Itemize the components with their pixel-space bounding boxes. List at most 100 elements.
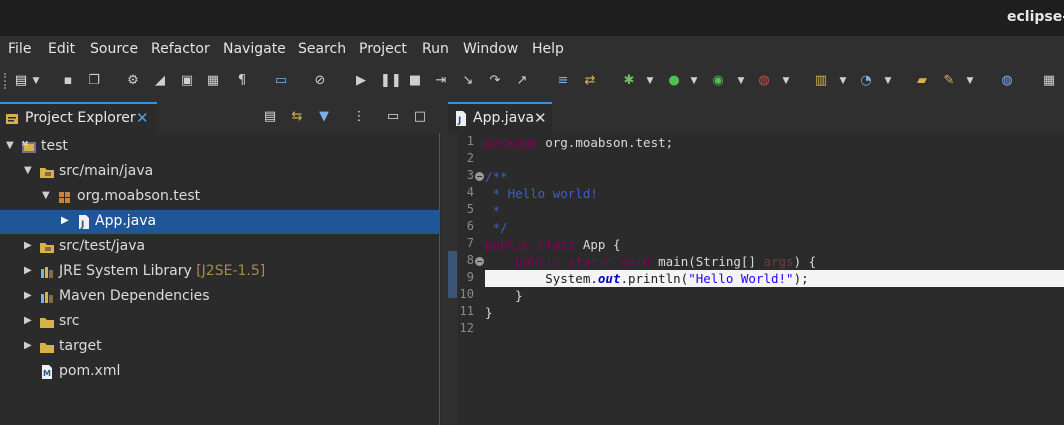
chevron-right-icon[interactable]: ▶ xyxy=(61,216,71,226)
new-class-icon[interactable]: ◔ xyxy=(858,73,874,89)
filter-icon[interactable]: ▼ xyxy=(316,109,332,125)
code-line[interactable]: * xyxy=(485,202,1064,219)
line-number: 3 xyxy=(466,168,474,182)
fold-collapse-icon[interactable]: − xyxy=(475,257,484,266)
properties-icon[interactable]: ⚙ xyxy=(125,73,141,89)
save-icon[interactable]: ▪ xyxy=(60,73,76,89)
drop-to-frame-icon[interactable]: ≡ xyxy=(555,73,571,89)
resume-icon[interactable]: ▶ xyxy=(353,73,369,89)
tree-item-app-java[interactable]: ▶ J App.java xyxy=(0,210,440,234)
close-icon[interactable]: ✕ xyxy=(136,109,149,127)
perspective-icon[interactable]: ▦ xyxy=(1041,73,1057,89)
code-line[interactable]: */ xyxy=(485,219,1064,236)
coverage-dropdown-icon[interactable]: ▼ xyxy=(737,73,745,89)
collapse-all-icon[interactable]: ▤ xyxy=(262,109,278,125)
chevron-right-icon[interactable]: ▶ xyxy=(24,266,34,276)
use-step-filters-icon[interactable]: ⇄ xyxy=(582,73,598,89)
coverage-icon[interactable]: ◉ xyxy=(710,73,726,89)
fold-collapse-icon[interactable]: − xyxy=(475,172,484,181)
code-line[interactable]: } xyxy=(485,304,1064,321)
chevron-right-icon[interactable]: ▶ xyxy=(24,316,34,326)
code-editor[interactable]: 1 2 3−4 5 6 7 8−9 10 11 12 package org.moabson.te… xyxy=(445,133,1064,425)
chevron-right-icon[interactable]: ▶ xyxy=(24,291,34,301)
menu-project[interactable]: Project xyxy=(359,41,407,57)
menu-refactor[interactable]: Refactor xyxy=(151,41,210,57)
run-dropdown-icon[interactable]: ▼ xyxy=(690,73,698,89)
menu-help[interactable]: Help xyxy=(532,41,564,57)
new-icon[interactable]: ▤ xyxy=(13,73,29,89)
code-line[interactable] xyxy=(485,321,1064,338)
tree-item-label: Maven Dependencies xyxy=(59,288,210,304)
terminal-icon[interactable]: ▣ xyxy=(179,73,195,89)
pencil-icon[interactable]: ◢ xyxy=(152,73,168,89)
disconnect-icon[interactable]: ⇥ xyxy=(433,73,449,89)
tab-app-java[interactable]: J App.java ✕ xyxy=(448,102,552,133)
globe-icon[interactable]: ◍ xyxy=(999,73,1015,89)
new-dropdown-icon[interactable]: ▼ xyxy=(32,73,40,89)
code-line[interactable]: } xyxy=(485,287,1064,304)
tab-project-explorer[interactable]: Project Explorer ✕ xyxy=(0,102,157,133)
link-with-editor-icon[interactable]: ⇆ xyxy=(289,109,305,125)
search-icon[interactable]: ✎ xyxy=(941,73,957,89)
close-icon[interactable]: ✕ xyxy=(534,109,547,127)
line-number: 7 xyxy=(466,236,474,250)
debug-icon[interactable]: ✱ xyxy=(621,73,637,89)
menu-run[interactable]: Run xyxy=(422,41,449,57)
chevron-down-icon[interactable]: ▼ xyxy=(24,166,34,176)
tree-item-target[interactable]: ▶ target xyxy=(0,335,440,359)
menu-window[interactable]: Window xyxy=(463,41,518,57)
chevron-right-icon[interactable]: ▶ xyxy=(24,341,34,351)
view-menu-icon[interactable]: ⋮ xyxy=(351,109,367,125)
external-tools-icon[interactable]: ◍ xyxy=(756,73,772,89)
code-line[interactable]: * Hello world! xyxy=(485,185,1064,202)
line-number: 8 xyxy=(466,253,474,267)
external-tools-dropdown-icon[interactable]: ▼ xyxy=(782,73,790,89)
code-line[interactable]: System.out.println("Hello World!"); xyxy=(485,270,1064,287)
search-dropdown-icon[interactable]: ▼ xyxy=(966,73,974,89)
new-class-dropdown-icon[interactable]: ▼ xyxy=(884,73,892,89)
code-line[interactable]: /** xyxy=(485,168,1064,185)
save-all-icon[interactable]: ❐ xyxy=(86,73,102,89)
step-over-icon[interactable]: ↷ xyxy=(487,73,503,89)
new-java-project-icon[interactable]: ▥ xyxy=(813,73,829,89)
chevron-right-icon[interactable]: ▶ xyxy=(24,241,34,251)
menu-search[interactable]: Search xyxy=(298,41,346,57)
code-line[interactable]: public static void main(String[] args) { xyxy=(485,253,1064,270)
run-icon[interactable]: ● xyxy=(666,73,682,89)
step-into-icon[interactable]: ↘ xyxy=(460,73,476,89)
menu-edit[interactable]: Edit xyxy=(48,41,75,57)
tree-item-package[interactable]: ▼ org.moabson.test xyxy=(0,185,440,209)
debug-dropdown-icon[interactable]: ▼ xyxy=(646,73,654,89)
tree-item-pom-xml[interactable]: M pom.xml xyxy=(0,360,440,384)
code-lines[interactable]: package org.moabson.test; /** * Hello wor… xyxy=(485,133,1064,425)
code-line[interactable]: package org.moabson.test; xyxy=(485,134,1064,151)
menu-source[interactable]: Source xyxy=(90,41,138,57)
tree-item-src[interactable]: ▶ src xyxy=(0,310,440,334)
menu-navigate[interactable]: Navigate xyxy=(223,41,286,57)
new-project-dropdown-icon[interactable]: ▼ xyxy=(839,73,847,89)
occurrence-marker xyxy=(448,251,457,298)
toggle-icon[interactable]: ▦ xyxy=(205,73,221,89)
terminate-icon[interactable]: ■ xyxy=(407,73,423,89)
skip-breakpoints-icon[interactable]: ⊘ xyxy=(312,73,328,89)
suspend-icon[interactable]: ❚❚ xyxy=(380,73,402,89)
maximize-icon[interactable]: □ xyxy=(412,109,428,125)
tree-item-label: test xyxy=(41,138,68,154)
code-line[interactable] xyxy=(485,151,1064,168)
block-selection-icon[interactable]: ▭ xyxy=(273,73,289,89)
tree-item-jre-library[interactable]: ▶ JRE System Library [J2SE-1.5] xyxy=(0,260,440,284)
chevron-down-icon[interactable]: ▼ xyxy=(6,141,16,151)
step-return-icon[interactable]: ↗ xyxy=(514,73,530,89)
tree-item-src-test-java[interactable]: ▶ src/test/java xyxy=(0,235,440,259)
tree-item-maven-dependencies[interactable]: ▶ Maven Dependencies xyxy=(0,285,440,309)
menu-file[interactable]: File xyxy=(8,41,31,57)
minimize-icon[interactable]: ▭ xyxy=(385,109,401,125)
toolbar-grip[interactable] xyxy=(4,73,6,89)
open-type-icon[interactable]: ▰ xyxy=(914,73,930,89)
tree-item-test[interactable]: ▼ M test xyxy=(0,135,440,159)
code-token: out xyxy=(597,271,621,286)
paragraph-icon[interactable]: ¶ xyxy=(234,73,250,89)
code-line[interactable]: public class App { xyxy=(485,236,1064,253)
tree-item-src-main-java[interactable]: ▼ src/main/java xyxy=(0,160,440,184)
chevron-down-icon[interactable]: ▼ xyxy=(42,191,52,201)
